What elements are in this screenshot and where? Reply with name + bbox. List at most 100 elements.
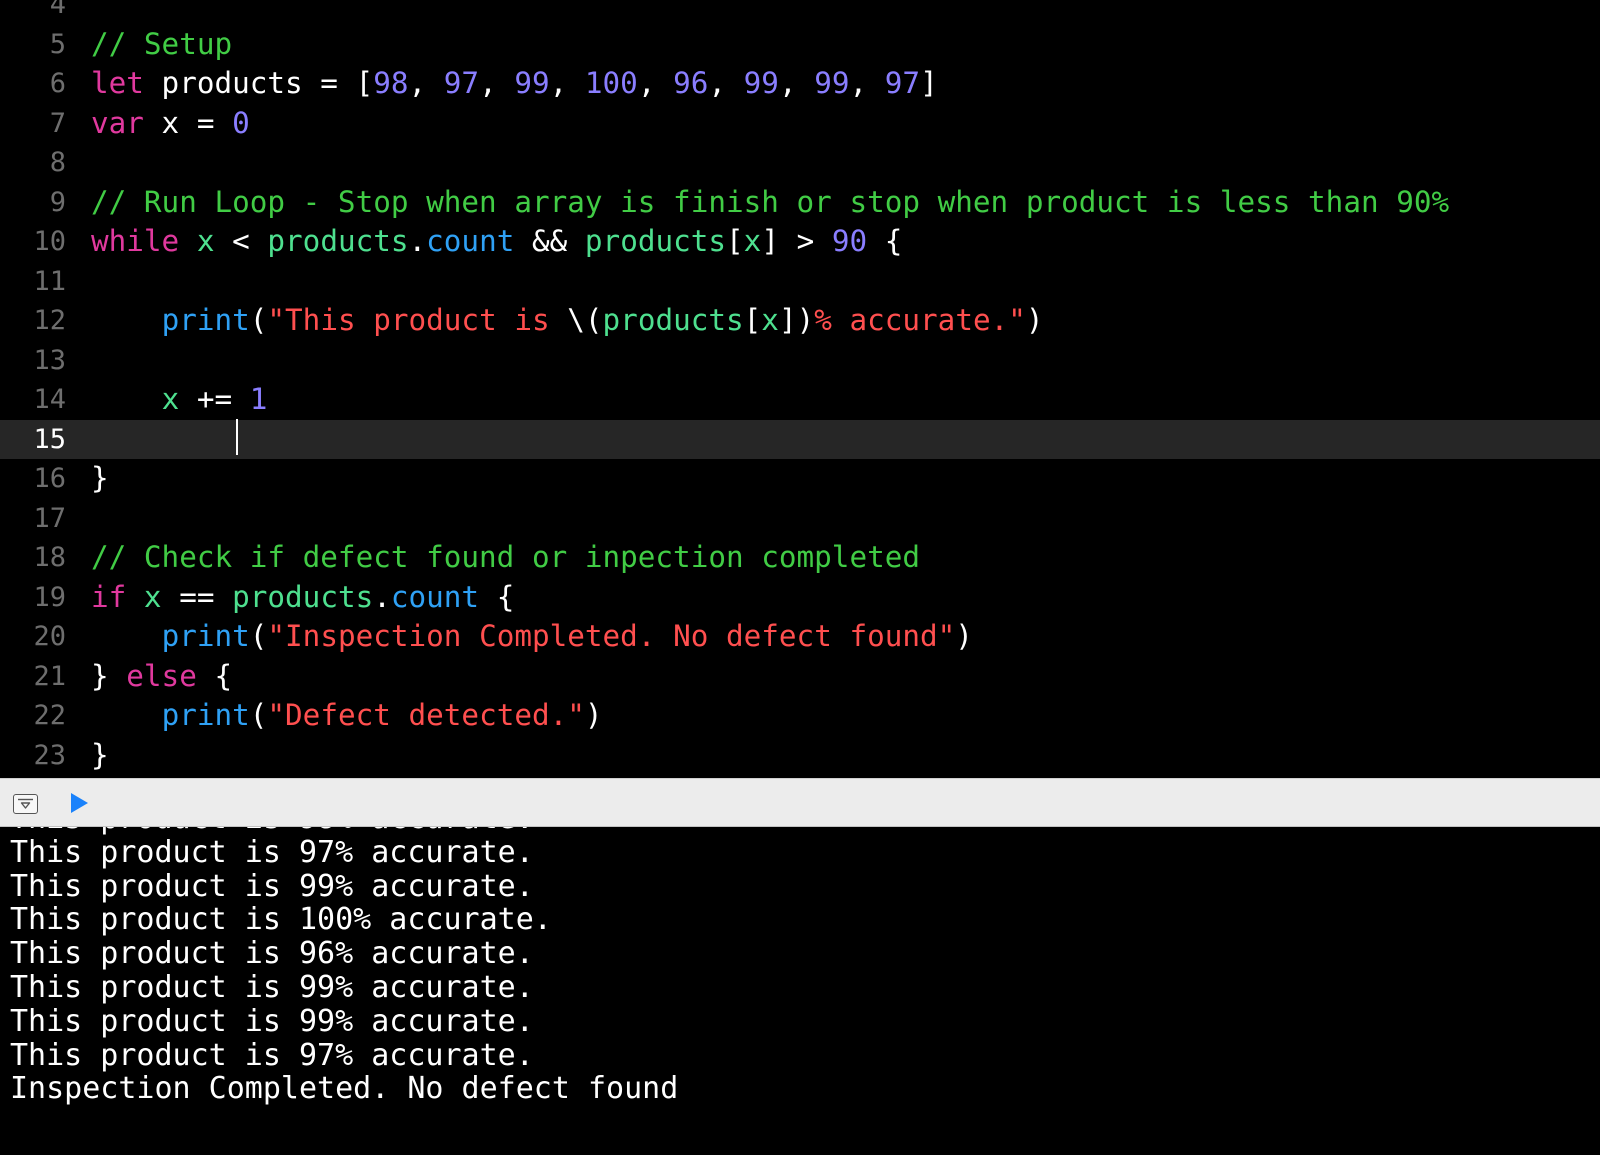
- console-line: This product is 97% accurate.: [10, 834, 534, 870]
- code-token: [: [726, 224, 744, 258]
- code-text: print("Inspection Completed. No defect f…: [91, 617, 973, 657]
- code-token: ,: [408, 66, 444, 100]
- debug-bar: [0, 778, 1600, 827]
- code-token: count: [426, 224, 515, 258]
- code-token: 100: [584, 66, 638, 100]
- code-token: x: [161, 382, 180, 416]
- code-line[interactable]: 13: [0, 341, 1600, 381]
- line-number: 23: [33, 739, 66, 771]
- code-token: }: [91, 737, 109, 772]
- code-token: 97: [443, 66, 480, 100]
- code-token: // Setup: [91, 26, 233, 61]
- hide-debug-area-button[interactable]: [13, 794, 38, 814]
- code-token: .: [408, 224, 427, 258]
- code-line[interactable]: 19 if x == products.count {: [0, 578, 1600, 618]
- line-number: 21: [33, 660, 66, 692]
- code-token: ,: [637, 66, 674, 100]
- run-button[interactable]: [66, 790, 92, 816]
- code-token: 0: [232, 105, 250, 140]
- code-token: }: [91, 461, 109, 495]
- code-token: ): [955, 619, 973, 653]
- console-line: This product is 99% accurate.: [10, 1003, 534, 1039]
- hide-debug-area-icon: [18, 798, 33, 809]
- code-token: &&: [514, 224, 585, 258]
- code-token: +=: [179, 382, 250, 416]
- code-token: \(: [567, 303, 603, 337]
- code-token: let: [91, 66, 144, 100]
- code-token: print: [161, 303, 250, 337]
- code-token: % accurate.": [814, 303, 1026, 337]
- code-line[interactable]: 14 x += 1: [0, 380, 1600, 420]
- code-line[interactable]: 6 let products = [98, 97, 99, 100, 96, 99…: [0, 64, 1600, 104]
- code-token: x: [761, 303, 779, 337]
- code-line[interactable]: 5 // Setup: [0, 25, 1600, 65]
- line-number: 11: [33, 265, 66, 297]
- line-number: 18: [33, 542, 66, 573]
- console-line: This product is 99% accurate.: [10, 970, 534, 1005]
- code-line[interactable]: 10 while x < products.count && products[x…: [0, 222, 1600, 262]
- code-text: print("Defect detected."): [91, 696, 603, 736]
- code-token: products: [232, 579, 374, 614]
- code-token: (: [249, 303, 268, 337]
- code-token: ): [584, 698, 603, 732]
- code-token: ,: [778, 66, 815, 100]
- code-line[interactable]: 9 // Run Loop - Stop when array is finish…: [0, 183, 1600, 223]
- console-line: This product is 97% accurate.: [10, 1037, 534, 1073]
- console-line: This product is 99% accurate.: [10, 868, 534, 904]
- line-number: 7: [49, 107, 66, 139]
- code-token: products = [: [143, 66, 374, 100]
- code-token: "This product is: [267, 303, 568, 337]
- code-line[interactable]: 16}: [0, 459, 1600, 499]
- console-output[interactable]: This product is 98% accurate.This produc…: [0, 827, 1600, 1155]
- code-token: {: [196, 658, 233, 693]
- code-token: ==: [161, 579, 233, 614]
- code-token: 97: [884, 66, 921, 100]
- text-cursor: [236, 419, 238, 455]
- code-line[interactable]: 8: [0, 143, 1600, 183]
- code-token: 99: [514, 66, 550, 100]
- code-text: while x < products.count && products[x] …: [91, 222, 902, 262]
- code-line[interactable]: 17: [0, 499, 1600, 539]
- code-token: 96: [673, 66, 709, 100]
- code-line[interactable]: 23}: [0, 736, 1600, 776]
- code-text: // Check if defect found or inpection co…: [91, 538, 920, 578]
- line-number: 5: [49, 28, 66, 60]
- code-token: ]): [778, 303, 815, 337]
- code-token: .: [373, 579, 391, 614]
- code-line[interactable]: 11: [0, 262, 1600, 302]
- code-line[interactable]: 12 print("This product is \(products[x])…: [0, 301, 1600, 341]
- code-line[interactable]: 7 var x = 0: [0, 104, 1600, 144]
- code-text: // Setup: [91, 25, 232, 65]
- code-line[interactable]: 21} else {: [0, 657, 1600, 697]
- code-token: ]: [920, 66, 938, 100]
- code-text: }: [91, 736, 109, 776]
- code-text: }: [91, 459, 109, 499]
- code-token: ): [1025, 303, 1044, 337]
- code-token: 99: [814, 66, 850, 100]
- code-line[interactable]: 22 print("Defect detected."): [0, 696, 1600, 736]
- code-editor[interactable]: 4 5 // Setup 6 let products = [98, 97, 99, 1…: [0, 0, 1600, 778]
- code-token: var: [91, 105, 144, 140]
- code-token: {: [867, 224, 903, 258]
- code-line[interactable]: 18 // Check if defect found or inpection …: [0, 538, 1600, 578]
- console-line: This product is 100% accurate.: [10, 902, 552, 938]
- line-number: 19: [33, 581, 66, 613]
- line-number: 6: [49, 68, 66, 99]
- console-line: This product is 96% accurate.: [10, 936, 534, 972]
- code-line[interactable]: 15: [0, 419, 1600, 459]
- play-icon: [71, 793, 88, 813]
- code-line[interactable]: 20 print("Inspection Completed. No defec…: [0, 617, 1600, 657]
- code-token: ,: [549, 66, 585, 100]
- code-token: x =: [143, 105, 233, 140]
- line-number: 14: [33, 384, 66, 415]
- code-token: (: [249, 619, 268, 653]
- code-token: // Run Loop - Stop when array is finish …: [91, 184, 1450, 219]
- code-line[interactable]: 4: [0, 0, 1600, 25]
- code-token: ,: [708, 66, 744, 100]
- code-text: let products = [98, 97, 99, 100, 96, 99,…: [91, 64, 938, 104]
- code-token: <: [214, 224, 268, 258]
